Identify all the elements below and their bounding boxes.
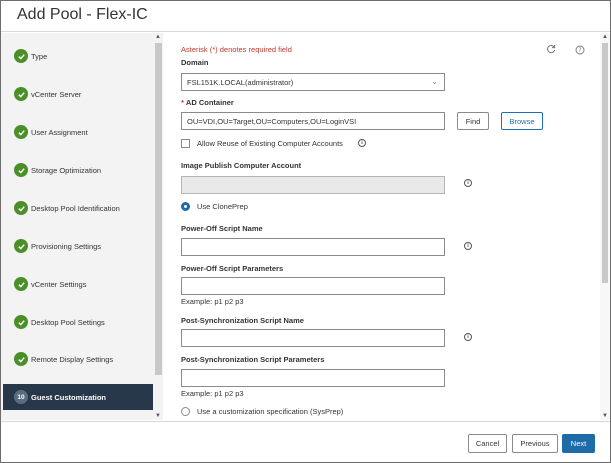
- dialog-title: Add Pool - Flex-IC: [17, 6, 148, 23]
- step-label: Guest Customization: [31, 392, 107, 402]
- steps-scrollbar[interactable]: ▲ ▼: [154, 33, 163, 420]
- chevron-down-icon: ⌄: [431, 77, 438, 86]
- scroll-up-icon[interactable]: ▲: [602, 34, 608, 40]
- step-vcenter-settings[interactable]: vCenter Settings: [1, 271, 153, 297]
- check-circle-icon: [14, 352, 28, 366]
- postsync-script-name-field[interactable]: [181, 329, 445, 347]
- use-sysprep-label: Use a customization specification (SysPr…: [197, 407, 344, 416]
- next-button-label: Next: [570, 439, 587, 448]
- image-publish-field: [181, 176, 445, 194]
- help-icon[interactable]: ?: [575, 45, 585, 58]
- scroll-down-icon[interactable]: ▼: [155, 413, 161, 419]
- previous-button[interactable]: Previous: [512, 434, 558, 453]
- refresh-icon[interactable]: [546, 44, 556, 57]
- poweroff-script-params-label: Power-Off Script Parameters: [181, 264, 284, 273]
- svg-text:?: ?: [578, 47, 581, 54]
- postsync-script-params-field[interactable]: [181, 369, 445, 387]
- step-label: vCenter Server: [31, 89, 82, 99]
- find-button-label: Find: [465, 116, 481, 126]
- step-storage-optimization[interactable]: Storage Optimization: [1, 157, 153, 183]
- step-guest-customization[interactable]: 10 Guest Customization: [3, 384, 153, 410]
- cancel-button-label: Cancel: [475, 439, 500, 448]
- step-label: Storage Optimization: [31, 165, 102, 175]
- step-number-badge: 10: [14, 390, 28, 404]
- postsync-example-text: Example: p1 p2 p3: [181, 389, 244, 398]
- use-cloneprep-radio[interactable]: [181, 202, 190, 211]
- next-button[interactable]: Next: [562, 434, 595, 453]
- step-label: Desktop Pool Settings: [31, 317, 105, 327]
- step-label: vCenter Settings: [31, 279, 87, 289]
- poweroff-script-name-label: Power-Off Script Name: [181, 224, 263, 233]
- check-circle-icon: [14, 239, 28, 253]
- wizard-steps: Type vCenter Server User Assignment Stor…: [1, 33, 163, 420]
- check-circle-icon: [14, 125, 28, 139]
- check-circle-icon: [14, 201, 28, 215]
- domain-select[interactable]: FSL151K.LOCAL(administrator) ⌄: [181, 73, 445, 91]
- ad-container-value: OU=VDI,OU=Target,OU=Computers,OU=LoginVS…: [187, 116, 357, 126]
- scroll-down-icon[interactable]: ▼: [602, 413, 608, 419]
- check-circle-icon: [14, 315, 28, 329]
- browse-button-label: Browse: [509, 116, 535, 126]
- use-cloneprep-label: Use ClonePrep: [197, 202, 248, 211]
- step-label: Desktop Pool Identification: [31, 203, 120, 213]
- step-label: Remote Display Settings: [31, 354, 114, 364]
- step-provisioning-settings[interactable]: Provisioning Settings: [1, 233, 153, 259]
- allow-reuse-checkbox[interactable]: [181, 139, 190, 148]
- step-label: User Assignment: [31, 127, 88, 137]
- domain-label: Domain: [181, 58, 209, 67]
- browse-button[interactable]: Browse: [501, 112, 543, 130]
- check-circle-icon: [14, 49, 28, 63]
- info-icon[interactable]: i: [358, 139, 366, 147]
- step-desktop-pool-settings[interactable]: Desktop Pool Settings: [1, 309, 153, 335]
- check-circle-icon: [14, 277, 28, 291]
- postsync-script-params-label: Post-Synchronization Script Parameters: [181, 355, 325, 364]
- info-icon[interactable]: i: [464, 333, 472, 341]
- check-circle-icon: [14, 163, 28, 177]
- ad-container-label-text: AD Container: [185, 98, 234, 107]
- poweroff-script-name-field[interactable]: [181, 238, 445, 256]
- ad-container-label: * AD Container: [181, 98, 234, 107]
- check-circle-icon: [14, 87, 28, 101]
- postsync-script-name-label: Post-Synchronization Script Name: [181, 316, 304, 325]
- cancel-button[interactable]: Cancel: [468, 434, 507, 453]
- step-vcenter-server[interactable]: vCenter Server: [1, 81, 153, 107]
- step-label: Provisioning Settings: [31, 241, 102, 251]
- scroll-up-icon[interactable]: ▲: [155, 34, 161, 40]
- info-icon[interactable]: i: [464, 179, 472, 187]
- info-icon[interactable]: i: [464, 242, 472, 250]
- step-user-assignment[interactable]: User Assignment: [1, 119, 153, 145]
- scrollbar-thumb[interactable]: [602, 43, 608, 283]
- use-sysprep-radio[interactable]: [181, 407, 190, 416]
- dialog-footer: Cancel Previous Next: [1, 421, 610, 462]
- allow-reuse-label: Allow Reuse of Existing Computer Account…: [197, 139, 343, 148]
- image-publish-label: Image Publish Computer Account: [181, 161, 302, 170]
- step-desktop-pool-identification[interactable]: Desktop Pool Identification: [1, 195, 153, 221]
- scrollbar-thumb[interactable]: [155, 43, 162, 375]
- add-pool-dialog: Add Pool - Flex-IC Type vCenter Server U…: [0, 0, 611, 463]
- poweroff-example-text: Example: p1 p2 p3: [181, 297, 244, 306]
- required-asterisk: *: [181, 98, 184, 107]
- poweroff-script-params-field[interactable]: [181, 277, 445, 295]
- find-button[interactable]: Find: [457, 112, 489, 130]
- title-bar: Add Pool - Flex-IC: [1, 1, 610, 32]
- step-type[interactable]: Type: [1, 43, 153, 69]
- step-label: Type: [31, 51, 48, 61]
- domain-value: FSL151K.LOCAL(administrator): [187, 77, 294, 87]
- previous-button-label: Previous: [520, 439, 550, 448]
- required-field-note: Asterisk (*) denotes required field: [181, 45, 292, 54]
- ad-container-field[interactable]: OU=VDI,OU=Target,OU=Computers,OU=LoginVS…: [181, 112, 445, 130]
- form-scrollbar[interactable]: ▲ ▼: [600, 33, 610, 420]
- step-remote-display-settings[interactable]: Remote Display Settings: [1, 346, 153, 372]
